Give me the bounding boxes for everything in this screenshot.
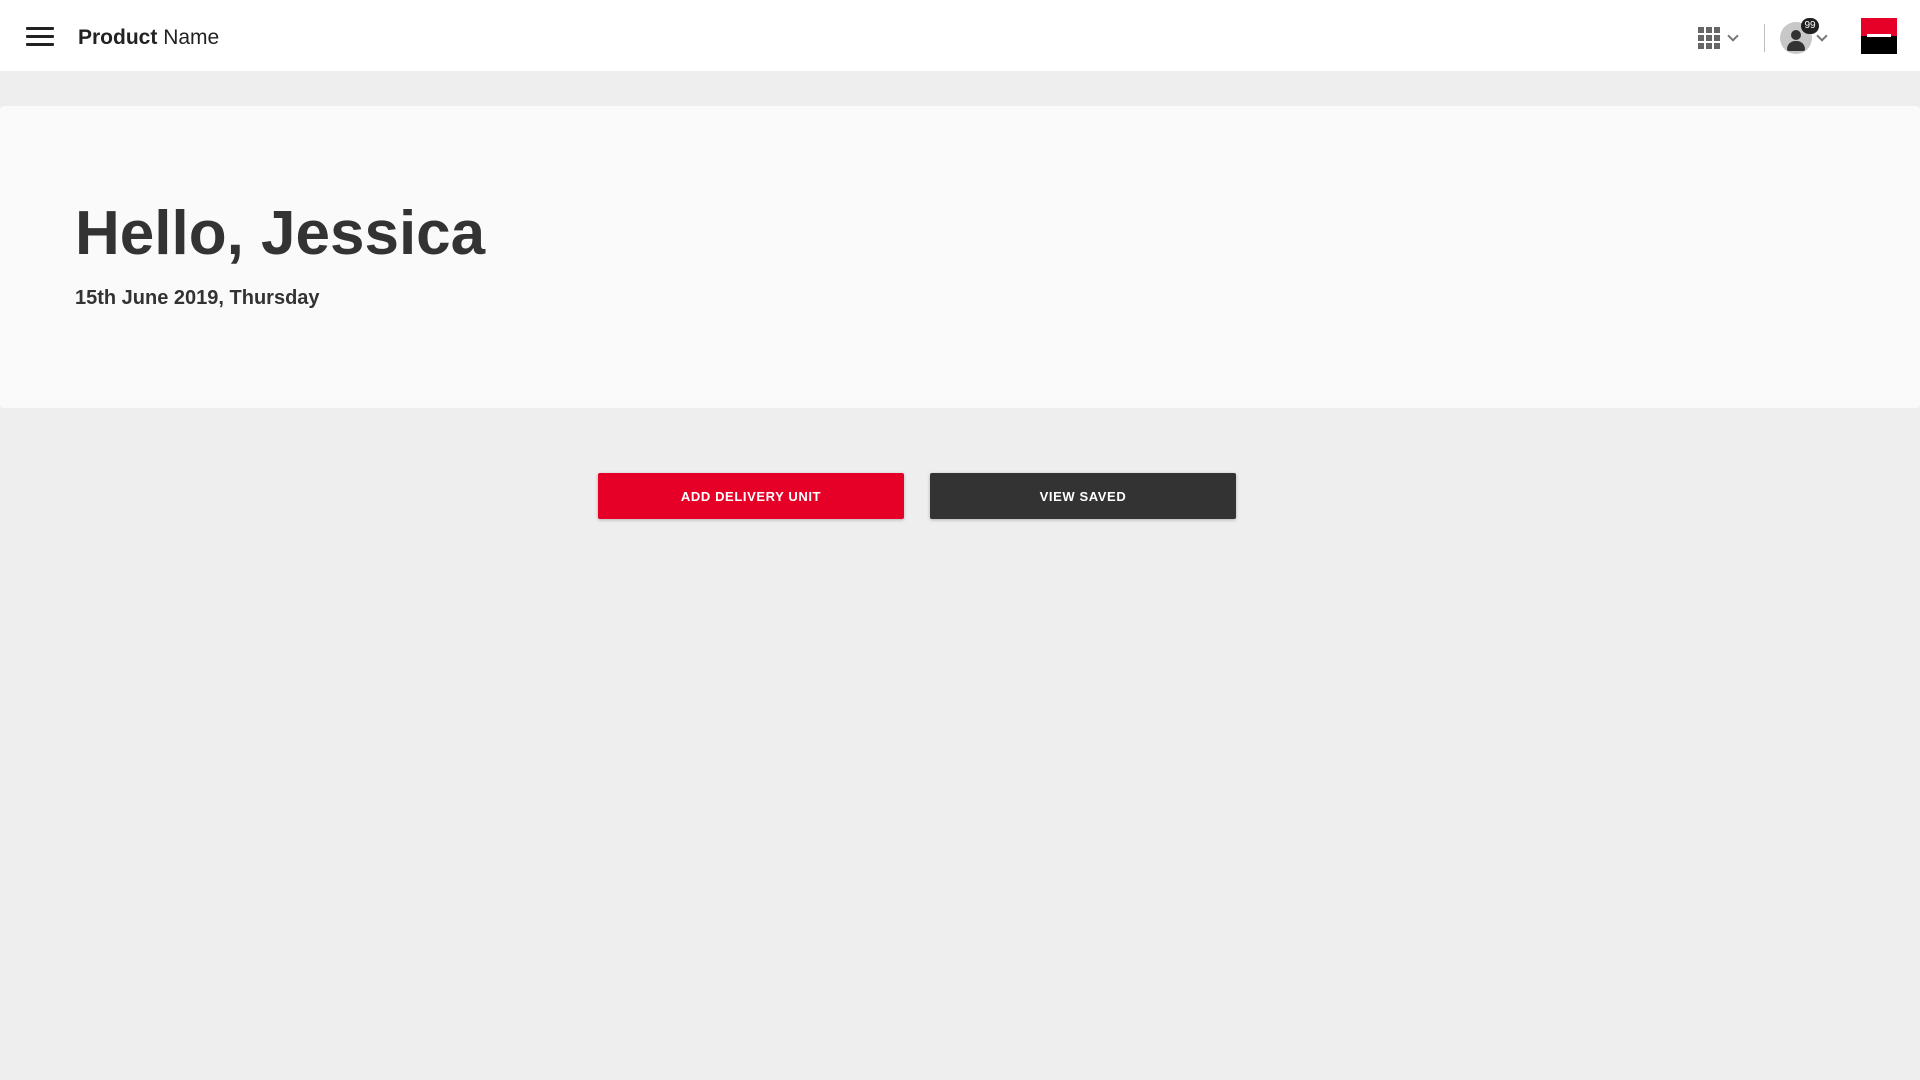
product-title-light: Name <box>163 26 220 49</box>
apps-grid-icon <box>1698 27 1720 49</box>
top-bar: Product Name 99 <box>0 0 1920 71</box>
add-delivery-unit-button[interactable]: ADD DELIVERY UNIT <box>598 473 904 519</box>
brand-logo[interactable] <box>1861 18 1897 54</box>
apps-menu-button[interactable] <box>1698 26 1748 50</box>
header-divider <box>1764 24 1765 52</box>
chevron-down-icon <box>1816 29 1828 42</box>
product-title-bold: Product <box>78 26 158 49</box>
chevron-down-icon <box>1727 29 1739 42</box>
notification-badge: 99 <box>1801 18 1819 34</box>
hamburger-menu-icon[interactable] <box>26 27 54 47</box>
product-title[interactable]: Product Name <box>78 24 219 52</box>
greeting-title: Hello, Jessica <box>75 199 486 268</box>
greeting-date: 15th June 2019, Thursday <box>75 287 320 309</box>
view-saved-button[interactable]: VIEW SAVED <box>930 473 1236 519</box>
